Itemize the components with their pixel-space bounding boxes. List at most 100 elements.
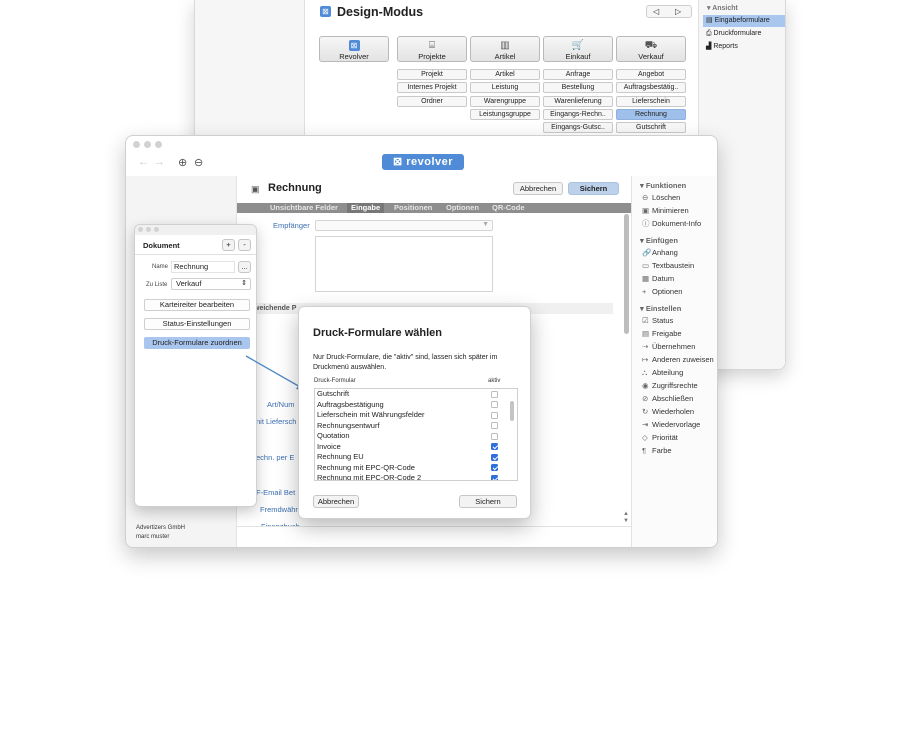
sub-warenlieferung-button[interactable]: Warenlieferung [543, 96, 613, 107]
sidebar-item-datum[interactable]: ▦ Datum [642, 273, 674, 286]
sub-leistung-button[interactable]: Leistung [470, 82, 540, 93]
form-name: Auftragsbestätigung [317, 399, 384, 409]
active-checkbox[interactable] [491, 464, 498, 471]
sidebar-item-loeschen[interactable]: ⊖ Löschen [642, 192, 680, 205]
window-close-dot[interactable] [133, 141, 140, 148]
sub-eingangs-gutschrift-button[interactable]: Eingangs-Gutsc.. [543, 122, 613, 133]
category-einkauf-button[interactable]: 🛒 Einkauf [543, 36, 613, 62]
list-item[interactable]: Gutschrift [315, 389, 505, 400]
scroll-arrows-icon[interactable]: ▲ ▼ [623, 511, 629, 525]
paperclip-icon: 🔗 [642, 248, 652, 257]
sub-artikel-button[interactable]: Artikel [470, 69, 540, 80]
delete-icon: ⊖ [642, 193, 649, 202]
sub-rechnung-button[interactable]: Rechnung [616, 109, 686, 120]
palette-minimize-dot[interactable] [146, 227, 151, 232]
druck-formulare-zuordnen-button[interactable]: Druck-Formulare zuordnen [144, 337, 250, 349]
category-revolver-button[interactable]: ⊠ Revolver [319, 36, 389, 62]
empfaenger-select[interactable]: ▼ [315, 220, 493, 231]
category-artikel-button[interactable]: ▥ Artikel [470, 36, 540, 62]
sidebar-item-status[interactable]: ☑ Status [642, 315, 673, 328]
cancel-button[interactable]: Abbrechen [513, 182, 563, 195]
name-input[interactable]: Rechnung [171, 261, 235, 273]
sidebar-item-minimieren[interactable]: ▣ Minimieren [642, 205, 689, 218]
window-zoom-dot[interactable] [155, 141, 162, 148]
add-button[interactable]: + [222, 239, 235, 251]
sidebar-item-optionen[interactable]: + Optionen [642, 286, 682, 299]
zoom-out-icon[interactable]: ⊖ [194, 156, 203, 169]
category-projekte-button[interactable]: ⌸ Projekte [397, 36, 467, 62]
dialog-cancel-button[interactable]: Abbrechen [313, 495, 359, 508]
sub-eingangs-rechnung-button[interactable]: Eingangs-Rechn.. [543, 109, 613, 120]
sidebar-item-anhang[interactable]: 🔗Anhang [642, 247, 678, 260]
back-arrow-icon[interactable]: ← [138, 156, 149, 168]
sidebar-item-abteilung[interactable]: ⛬ Abteilung [642, 367, 683, 380]
list-item[interactable]: Quotation [315, 431, 505, 442]
list-item[interactable]: Invoice [315, 442, 505, 453]
status-einstellungen-button[interactable]: Status-Einstellungen [144, 318, 250, 330]
empfaenger-address-field[interactable] [315, 236, 493, 292]
active-checkbox[interactable] [491, 411, 498, 419]
active-checkbox[interactable] [491, 390, 498, 398]
forward-arrow-icon[interactable]: → [154, 156, 165, 168]
list-item[interactable]: Rechnung mit EPC-QR-Code 2 [315, 473, 505, 480]
sidebar-item-wiederholen[interactable]: ↻ Wiederholen [642, 406, 694, 419]
sub-angebot-button[interactable]: Angebot [616, 69, 686, 80]
list-item[interactable]: Rechnung mit EPC-QR-Code [315, 463, 505, 474]
karteireiter-bearbeiten-button[interactable]: Karteireiter bearbeiten [144, 299, 250, 311]
sub-bestellung-button[interactable]: Bestellung [543, 82, 613, 93]
liste-select[interactable]: Verkauf ⇕ [171, 278, 251, 290]
sidebar-item-prioritaet[interactable]: ◇ Priorität [642, 432, 678, 445]
active-checkbox[interactable] [491, 432, 498, 440]
palette-close-dot[interactable] [138, 227, 143, 232]
sidebar-item-textbaustein[interactable]: ▭ Textbaustein [642, 260, 694, 273]
ansicht-item-eingabeformulare[interactable]: ▤ Eingabeformulare [703, 15, 785, 27]
active-checkbox[interactable] [491, 474, 498, 480]
window-minimize-dot[interactable] [144, 141, 151, 148]
sub-gutschrift-button[interactable]: Gutschrift [616, 122, 686, 133]
sidebar-item-zugriffsrechte[interactable]: ◉ Zugriffsrechte [642, 380, 698, 393]
sidebar-item-farbe[interactable]: ¶ Farbe [642, 445, 672, 458]
sidebar-item-anderen-zuweisen[interactable]: ↦ Anderen zuweisen [642, 354, 714, 367]
sub-ordner-button[interactable]: Ordner [397, 96, 467, 107]
projects-icon: ⌸ [429, 40, 435, 51]
palette-zoom-dot[interactable] [154, 227, 159, 232]
category-verkauf-button[interactable]: ⛟ Verkauf [616, 36, 686, 62]
sub-projekt-button[interactable]: Projekt [397, 69, 467, 80]
list-item[interactable]: Lieferschein mit Währungsfelder [315, 410, 505, 421]
zoom-in-icon[interactable]: ⊕ [178, 156, 187, 169]
tab-unsichtbare-felder[interactable]: Unsichtbare Felder [270, 203, 338, 213]
sub-internes-projekt-button[interactable]: Internes Projekt [397, 82, 467, 93]
sidebar-item-uebernehmen[interactable]: ⇢ Übernehmen [642, 341, 695, 354]
remove-button[interactable]: - [238, 239, 251, 251]
sub-auftragsbestaetigung-button[interactable]: Auftragsbestätig.. [616, 82, 686, 93]
list-scrollbar[interactable] [510, 401, 514, 421]
list-item[interactable]: Rechnungsentwurf [315, 421, 505, 432]
tab-eingabe[interactable]: Eingabe [347, 203, 385, 213]
scrollbar-thumb[interactable] [624, 214, 629, 334]
nav-prev-button[interactable]: ◁ [653, 7, 659, 16]
sub-lieferschein-button[interactable]: Lieferschein [616, 96, 686, 107]
active-checkbox[interactable] [491, 422, 498, 429]
ansicht-item-reports[interactable]: ▟ Reports [706, 41, 738, 53]
nav-next-button[interactable]: ▷ [675, 7, 681, 16]
active-checkbox[interactable] [491, 453, 498, 461]
sidebar-item-abschliessen[interactable]: ⊘ Abschließen [642, 393, 693, 406]
ansicht-item-label: Reports [713, 43, 738, 50]
ansicht-item-druckformulare[interactable]: ⎙ Druckformulare [706, 28, 761, 40]
sub-warengruppe-button[interactable]: Warengruppe [470, 96, 540, 107]
more-button[interactable]: ... [238, 261, 251, 273]
list-item[interactable]: Rechnung EU [315, 452, 505, 463]
active-checkbox[interactable] [491, 443, 498, 450]
sub-leistungsgruppe-button[interactable]: Leistungsgruppe [470, 109, 540, 120]
save-button[interactable]: Sichern [568, 182, 619, 195]
sidebar-item-wiedervorlage[interactable]: ⇥ Wiedervorlage [642, 419, 700, 432]
sub-anfrage-button[interactable]: Anfrage [543, 69, 613, 80]
list-item[interactable]: Auftragsbestätigung [315, 400, 505, 411]
tab-positionen[interactable]: Positionen [394, 203, 432, 213]
dialog-save-button[interactable]: Sichern [459, 495, 517, 508]
active-checkbox[interactable] [491, 401, 498, 408]
sidebar-item-freigabe[interactable]: ▤ Freigabe [642, 328, 682, 341]
sidebar-item-dokument-info[interactable]: ⓘ Dokument-Info [642, 218, 701, 231]
tab-optionen[interactable]: Optionen [446, 203, 479, 213]
tab-qr-code[interactable]: QR-Code [492, 203, 525, 213]
